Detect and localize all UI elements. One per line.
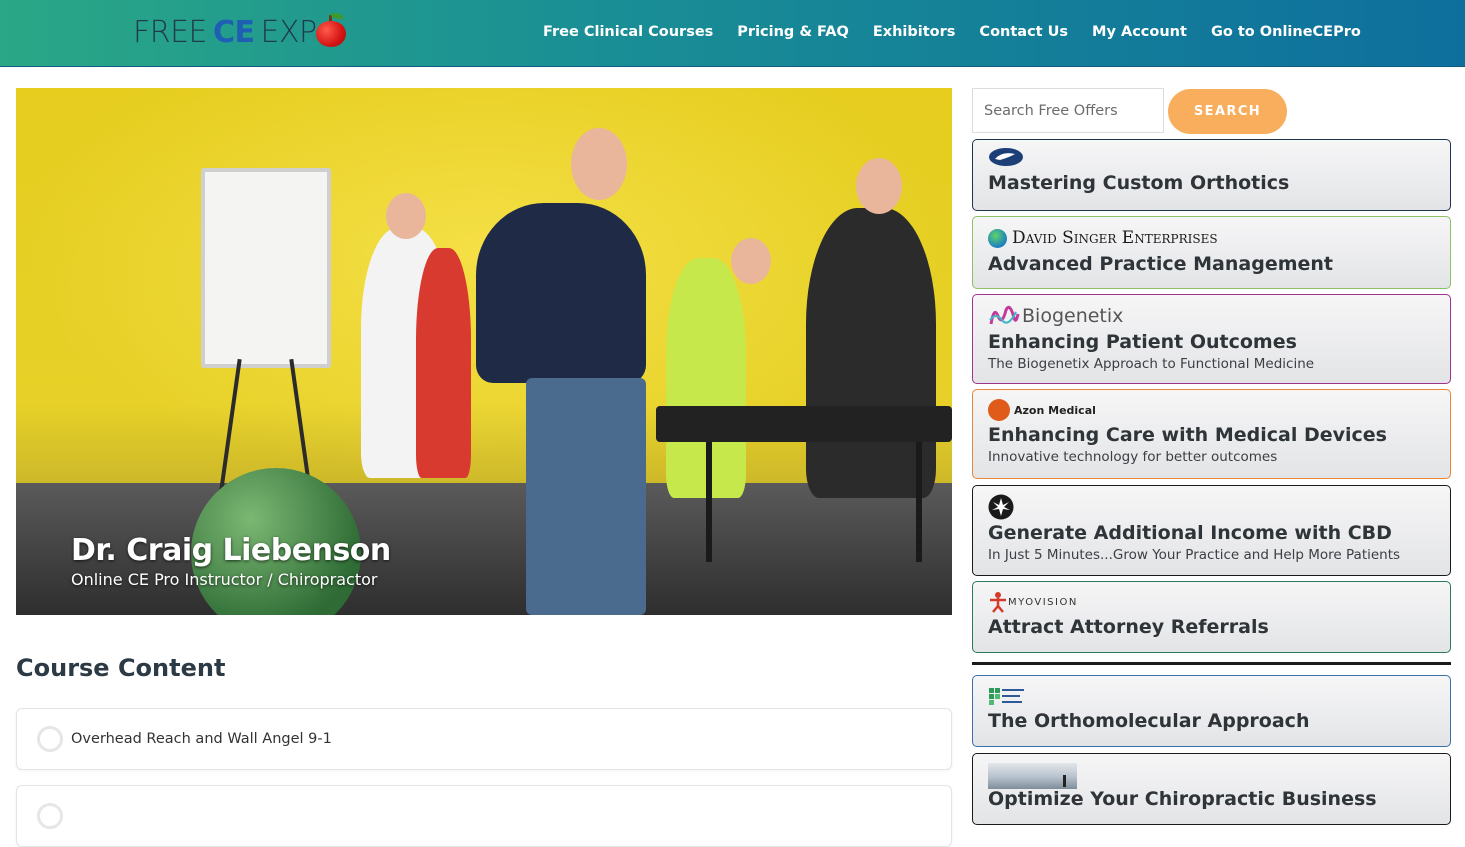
lesson-item[interactable]: Overhead Reach and Wall Angel 9-1: [16, 708, 952, 770]
video-lower-third: Dr. Craig Liebenson Online CE Pro Instru…: [71, 533, 391, 589]
lesson-status-icon: [37, 803, 63, 829]
offer-title: Generate Additional Income with CBD: [988, 522, 1392, 544]
logo-exp-text: EXP: [260, 15, 318, 50]
azon-logo-icon: [988, 399, 1010, 421]
cbd-leaf-icon: [988, 494, 1014, 520]
video-treatment-table: [656, 406, 952, 442]
offer-brand-name: MYOVISION: [1008, 596, 1078, 608]
offer-brand-name: David Singer Enterprises: [1012, 228, 1218, 248]
offer-brand: Biogenetix: [988, 303, 1436, 329]
offer-brand: [988, 762, 1436, 790]
offer-title: Enhancing Patient Outcomes: [988, 331, 1297, 353]
video-person-head: [856, 158, 902, 214]
offer-brand-name: Biogenetix: [1022, 305, 1124, 327]
offer-title: Enhancing Care with Medical Devices: [988, 424, 1387, 446]
offer-title: Optimize Your Chiropractic Business: [988, 788, 1377, 810]
offer-brand: MYOVISION: [988, 590, 1436, 614]
offer-card-medical-devices[interactable]: Azon Medical Enhancing Care with Medical…: [972, 389, 1451, 479]
offer-brand: [988, 684, 1436, 708]
course-video[interactable]: Dr. Craig Liebenson Online CE Pro Instru…: [16, 88, 952, 615]
offer-brand: [988, 148, 1436, 170]
offer-brand: David Singer Enterprises: [988, 225, 1436, 251]
offer-card-chiropractic-business[interactable]: Optimize Your Chiropractic Business: [972, 753, 1451, 825]
offer-brand: Azon Medical: [988, 398, 1436, 422]
offer-card-custom-orthotics[interactable]: Mastering Custom Orthotics: [972, 139, 1451, 211]
video-table-leg: [706, 442, 712, 562]
nav-go-to-onlinecepro[interactable]: Go to OnlineCEPro: [1211, 24, 1361, 40]
nav-pricing-faq[interactable]: Pricing & FAQ: [737, 24, 849, 40]
offer-subtitle: In Just 5 Minutes...Grow Your Practice a…: [988, 547, 1401, 563]
offer-title: Attract Attorney Referrals: [988, 616, 1269, 638]
nav-exhibitors[interactable]: Exhibitors: [873, 24, 956, 40]
offer-card-patient-outcomes[interactable]: Biogenetix Enhancing Patient Outcomes Th…: [972, 294, 1451, 384]
search-button[interactable]: SEARCH: [1168, 89, 1287, 134]
instructor-name: Dr. Craig Liebenson: [71, 533, 391, 568]
offer-brand: [988, 494, 1436, 520]
sidebar-divider: [972, 662, 1451, 665]
foot-levelers-logo-icon: [989, 148, 1023, 166]
video-table-leg: [916, 442, 922, 562]
site-logo[interactable]: FREE CE EXP: [133, 8, 348, 58]
biogenetix-logo-icon: [989, 305, 1020, 325]
mountain-landscape-image: [988, 763, 1077, 789]
offer-card-practice-management[interactable]: David Singer Enterprises Advanced Practi…: [972, 216, 1451, 289]
nav-free-clinical-courses[interactable]: Free Clinical Courses: [543, 24, 713, 40]
offer-subtitle: The Biogenetix Approach to Functional Me…: [988, 356, 1315, 372]
video-person: [416, 248, 471, 478]
logo-ce-text: CE: [213, 15, 255, 50]
globe-icon: [988, 228, 1007, 248]
lesson-status-icon: [37, 726, 63, 752]
video-person-head: [731, 238, 771, 284]
offer-card-cbd-income[interactable]: Generate Additional Income with CBD In J…: [972, 485, 1451, 576]
apple-icon: [314, 10, 348, 48]
logo-free-text: FREE: [133, 15, 208, 50]
lesson-item[interactable]: [16, 785, 952, 847]
course-content-heading: Course Content: [16, 654, 226, 682]
video-person-head: [386, 193, 426, 239]
video-presenter-head: [571, 128, 627, 200]
offer-title: Mastering Custom Orthotics: [988, 172, 1290, 194]
myovision-figure-icon: [990, 592, 1006, 613]
lesson-label: Overhead Reach and Wall Angel 9-1: [71, 731, 332, 747]
nav-my-account[interactable]: My Account: [1092, 24, 1187, 40]
offer-brand-name: Azon Medical: [1014, 403, 1096, 417]
video-whiteboard: [201, 168, 331, 368]
offer-card-orthomolecular[interactable]: The Orthomolecular Approach: [972, 675, 1451, 747]
offer-subtitle: Innovative technology for better outcome…: [988, 449, 1278, 465]
nav-contact-us[interactable]: Contact Us: [979, 24, 1068, 40]
search-input[interactable]: [972, 88, 1164, 133]
instructor-title: Online CE Pro Instructor / Chiropractor: [71, 570, 378, 589]
offer-title: Advanced Practice Management: [988, 253, 1333, 275]
video-presenter-jeans: [526, 378, 646, 615]
pure-nutrition-logo-icon: [989, 688, 1024, 705]
offer-card-attorney-referrals[interactable]: MYOVISION Attract Attorney Referrals: [972, 581, 1451, 653]
site-header: FREE CE EXP Free Clinical Courses Pricin…: [0, 0, 1465, 67]
video-presenter-shirt: [476, 203, 646, 383]
main-nav: Free Clinical Courses Pricing & FAQ Exhi…: [543, 24, 1385, 40]
offer-title: The Orthomolecular Approach: [988, 710, 1310, 732]
